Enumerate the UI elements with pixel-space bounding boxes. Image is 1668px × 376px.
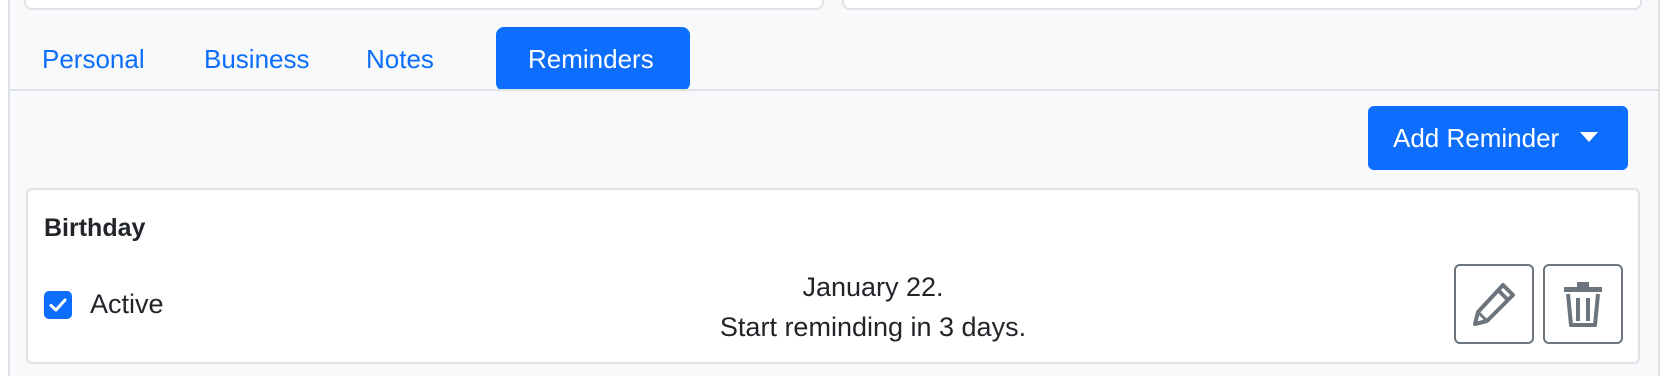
caret-down-icon: [1580, 132, 1598, 142]
tab-divider: [8, 89, 1660, 91]
tab-bar: Personal Business Notes Reminders: [10, 27, 1658, 91]
reminder-date: January 22.: [802, 272, 944, 302]
trash-icon: [1564, 282, 1602, 327]
tab-reminders[interactable]: Reminders: [496, 27, 690, 91]
active-label: Active: [90, 289, 164, 319]
reminder-schedule: Start reminding in 3 days.: [719, 312, 1027, 342]
delete-button[interactable]: [1543, 264, 1623, 344]
top-card-right: [842, 0, 1642, 10]
tab-business[interactable]: Business: [172, 27, 342, 91]
pencil-icon: [1473, 283, 1515, 326]
check-icon: [49, 298, 67, 312]
add-reminder-button[interactable]: Add Reminder: [1368, 106, 1628, 170]
add-reminder-label: Add Reminder: [1393, 123, 1560, 153]
tab-notes[interactable]: Notes: [334, 27, 466, 91]
top-card-left: [24, 0, 824, 10]
active-checkbox[interactable]: [44, 291, 72, 319]
tab-personal[interactable]: Personal: [10, 27, 177, 91]
edit-button[interactable]: [1454, 264, 1534, 344]
reminder-title: Birthday: [44, 214, 146, 242]
reminder-card: Birthday Active January 22. Start remind…: [26, 188, 1640, 364]
